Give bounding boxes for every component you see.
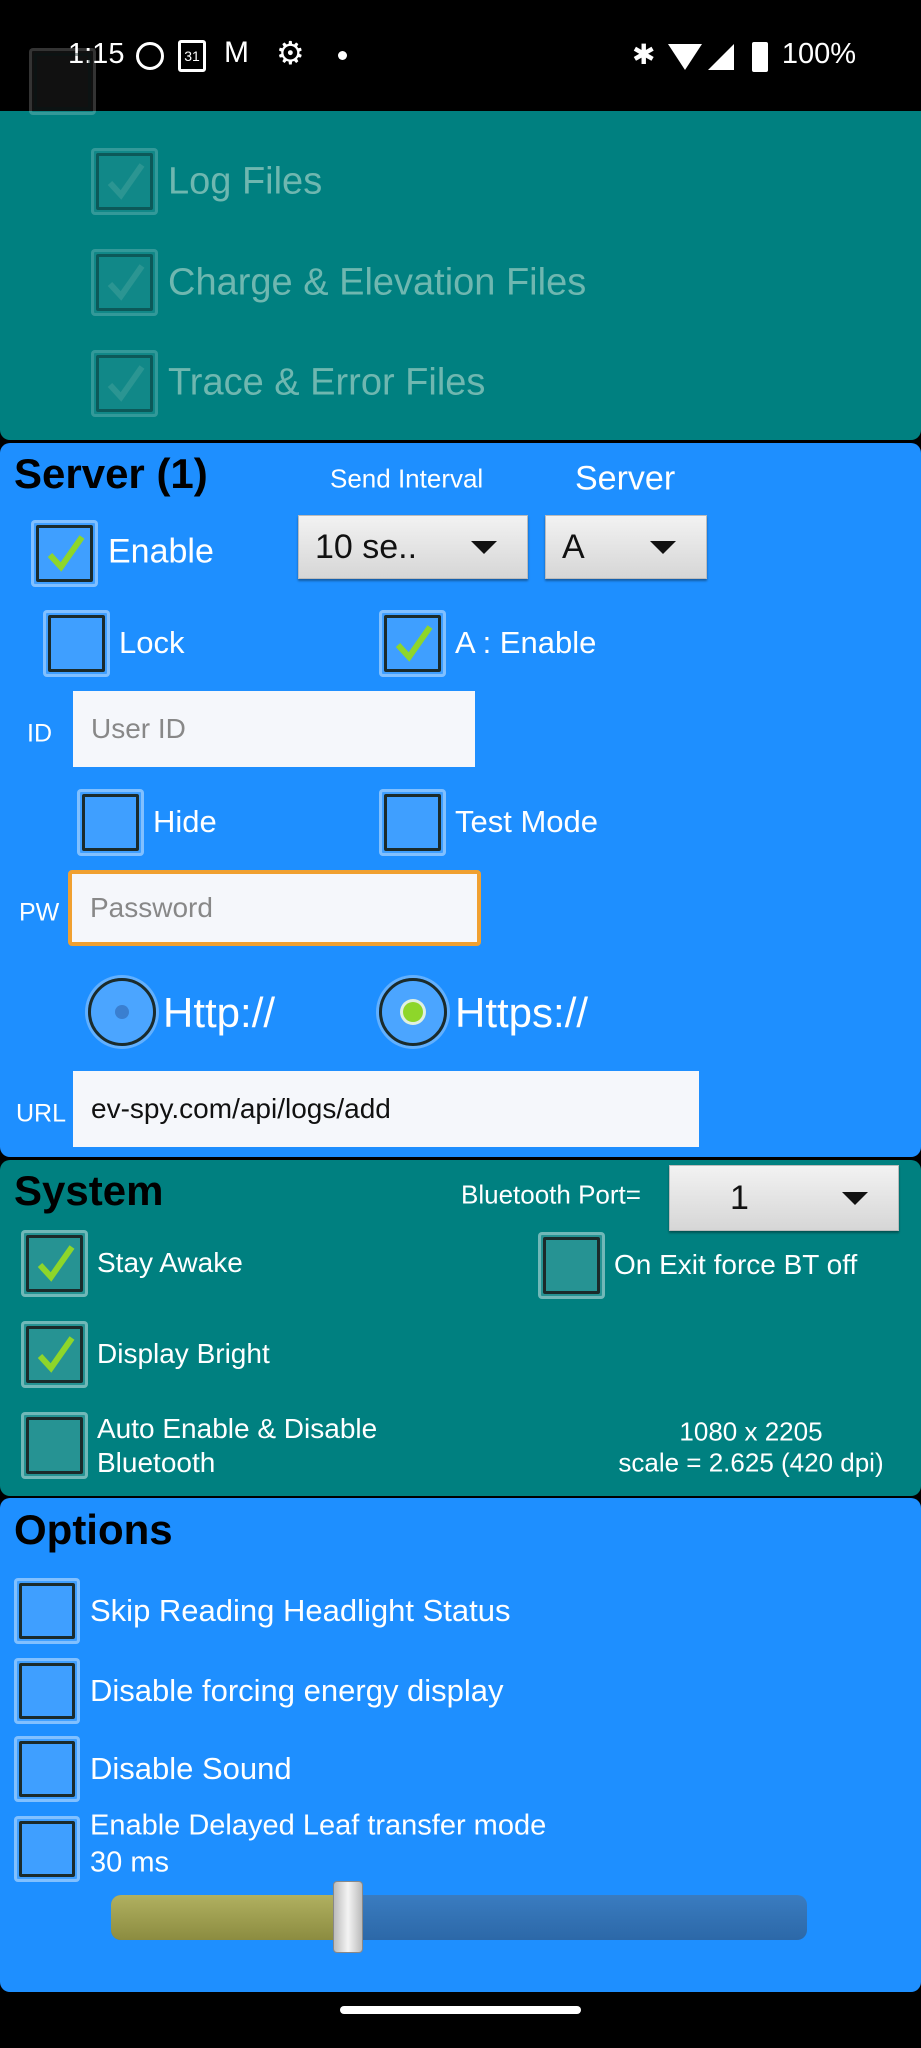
face-icon [136, 42, 164, 70]
test-mode-label: Test Mode [455, 804, 599, 839]
bluetooth-port-dropdown[interactable]: 1 [669, 1165, 899, 1231]
bluetooth-port-value: 1 [730, 1178, 749, 1217]
server-dropdown[interactable]: A [545, 515, 707, 579]
id-label: ID [27, 719, 52, 748]
a-enable-label: A : Enable [455, 625, 597, 660]
slider-thumb[interactable] [332, 1881, 363, 1953]
partial-checkbox[interactable] [29, 48, 96, 115]
chevron-down-icon [471, 541, 497, 554]
hide-checkbox[interactable] [77, 789, 144, 856]
http-label: Http:// [163, 989, 276, 1036]
display-bright-checkbox[interactable] [21, 1321, 88, 1388]
trace-error-files-label: Trace & Error Files [168, 361, 486, 404]
delayed-leaf-checkbox[interactable] [14, 1816, 80, 1882]
password-input[interactable]: Password [68, 870, 481, 946]
gmail-icon: M [224, 36, 249, 69]
disable-sound-checkbox[interactable] [14, 1736, 80, 1802]
chevron-down-icon [650, 541, 676, 554]
skip-headlight-label: Skip Reading Headlight Status [90, 1593, 511, 1628]
options-title: Options [14, 1506, 173, 1553]
lock-checkbox[interactable] [43, 610, 110, 677]
dot-icon [338, 51, 347, 60]
slider-fill [111, 1895, 348, 1940]
url-input[interactable]: ev-spy.com/api/logs/add [73, 1071, 699, 1147]
wifi-icon [668, 44, 702, 70]
disable-sound-label: Disable Sound [90, 1751, 292, 1786]
battery-charging-icon [752, 42, 768, 72]
server-panel: Server (1) Send Interval Server Enable 1… [0, 443, 921, 1157]
battery-percent: 100% [781, 38, 856, 70]
navigation-bar [0, 1992, 921, 2048]
auto-bluetooth-checkbox[interactable] [21, 1412, 88, 1479]
enable-checkbox[interactable] [31, 520, 98, 587]
server-label: Server [575, 459, 676, 498]
http-radio[interactable] [88, 978, 156, 1046]
charge-elevation-files-label: Charge & Elevation Files [168, 261, 587, 304]
server-value: A [562, 527, 585, 566]
auto-bluetooth-label-line1: Auto Enable & Disable [97, 1413, 378, 1444]
https-label: Https:// [455, 989, 589, 1036]
status-bar: 1:15 31 M ⚙ ✱ 100% [0, 0, 921, 111]
url-label: URL [16, 1099, 67, 1128]
send-interval-label: Send Interval [330, 463, 484, 494]
trace-error-files-checkbox[interactable] [91, 350, 158, 417]
server-title: Server (1) [14, 450, 208, 497]
send-interval-dropdown[interactable]: 10 se.. [298, 515, 528, 579]
auto-bluetooth-label-line2: Bluetooth [97, 1447, 216, 1478]
signal-icon [708, 44, 734, 70]
radio-dot-icon [115, 1005, 129, 1019]
scale-text: scale = 2.625 (420 dpi) [618, 1447, 884, 1478]
display-bright-label: Display Bright [97, 1338, 270, 1369]
chevron-down-icon [842, 1192, 868, 1205]
lock-label: Lock [119, 625, 185, 660]
charge-elevation-files-checkbox[interactable] [91, 249, 158, 316]
log-files-checkbox[interactable] [91, 148, 158, 215]
exit-bt-off-label: On Exit force BT off [614, 1249, 858, 1280]
system-title: System [14, 1167, 164, 1214]
stay-awake-label: Stay Awake [97, 1247, 243, 1278]
skip-headlight-checkbox[interactable] [14, 1578, 80, 1644]
settings-icon: ⚙ [276, 35, 305, 71]
log-files-label: Log Files [168, 160, 323, 203]
options-panel: Options Skip Reading Headlight Status Di… [0, 1498, 921, 1992]
a-enable-checkbox[interactable] [379, 610, 446, 677]
bluetooth-port-label: Bluetooth Port= [461, 1179, 641, 1210]
test-mode-checkbox[interactable] [379, 789, 446, 856]
bluetooth-icon: ✱ [632, 39, 656, 70]
radio-dot-icon [403, 1002, 423, 1022]
pw-label: PW [19, 898, 60, 927]
send-interval-value: 10 se.. [315, 527, 418, 566]
https-radio[interactable] [379, 978, 447, 1046]
disable-energy-label: Disable forcing energy display [90, 1673, 504, 1708]
home-indicator[interactable] [340, 2006, 581, 2014]
stay-awake-checkbox[interactable] [21, 1230, 88, 1297]
files-panel: Log Files Charge & Elevation Files Trace… [0, 48, 921, 440]
calendar-icon: 31 [178, 40, 206, 72]
hide-label: Hide [153, 804, 217, 839]
user-id-input[interactable]: User ID [73, 691, 475, 767]
system-panel: System Bluetooth Port= 1 Stay Awake On E… [0, 1160, 921, 1496]
delay-slider[interactable] [111, 1881, 807, 1953]
exit-bt-off-checkbox[interactable] [538, 1232, 605, 1299]
disable-energy-checkbox[interactable] [14, 1658, 80, 1724]
delayed-leaf-value: 30 ms [90, 1846, 169, 1879]
enable-label: Enable [108, 532, 214, 571]
delayed-leaf-label: Enable Delayed Leaf transfer mode [90, 1809, 547, 1842]
resolution-text: 1080 x 2205 [679, 1416, 823, 1447]
